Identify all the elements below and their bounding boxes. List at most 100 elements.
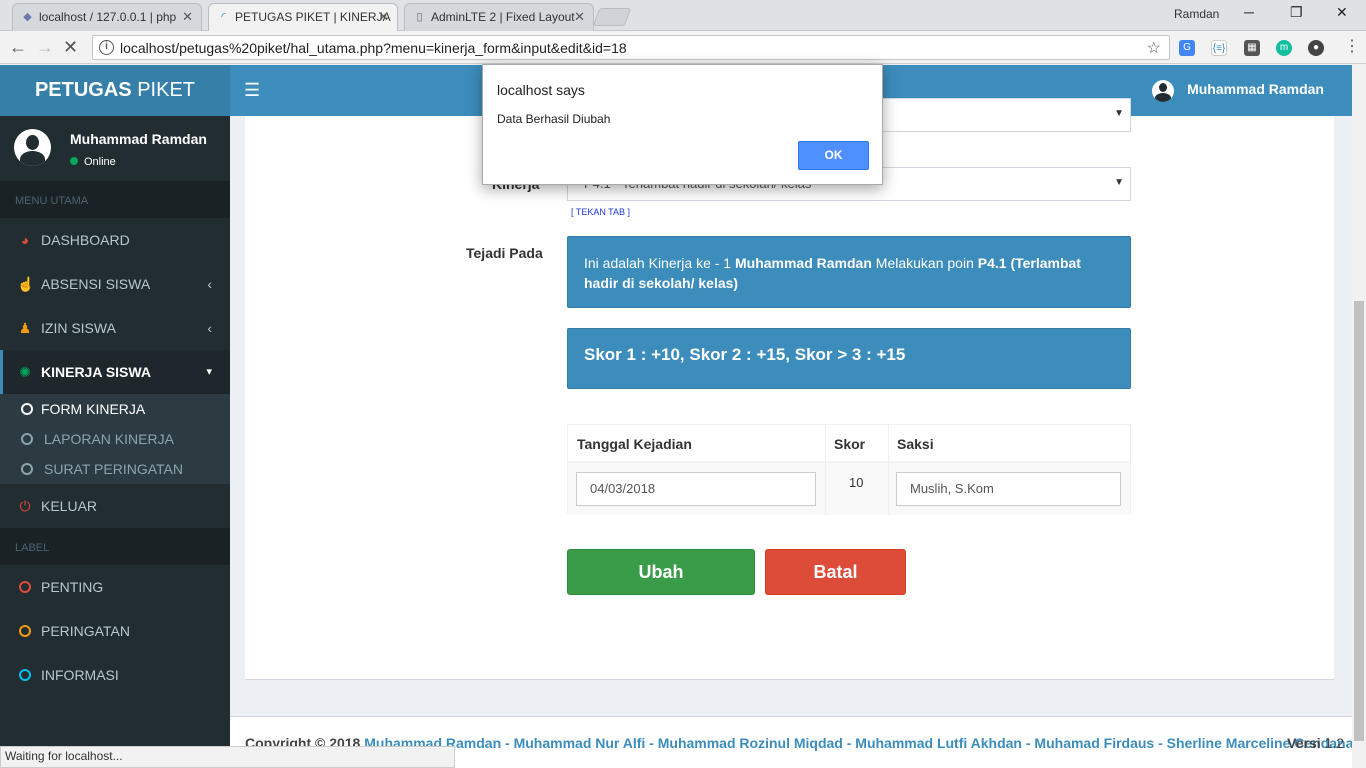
ok-button[interactable]: OK xyxy=(798,141,869,170)
spinner-icon: ✺ xyxy=(19,364,31,380)
tab-adminlte[interactable]: ▯ AdminLTE 2 | Fixed Layout ✕ xyxy=(404,3,594,31)
version-number: 1.2 xyxy=(1324,735,1344,751)
circle-aqua-icon xyxy=(19,669,31,681)
address-bar[interactable]: i localhost/petugas%20piket/hal_utama.ph… xyxy=(92,35,1170,60)
sidebar-item-penting[interactable]: PENTING xyxy=(0,565,230,609)
batal-button[interactable]: Batal xyxy=(765,549,906,595)
color-picker-icon[interactable]: ● xyxy=(1308,40,1324,56)
close-icon[interactable]: ✕ xyxy=(182,9,193,25)
status-label: Online xyxy=(84,156,116,168)
address-toolbar: ← → ✕ i localhost/petugas%20piket/hal_ut… xyxy=(0,31,1366,64)
circle-icon xyxy=(21,433,33,445)
sidebar-item-label: PENTING xyxy=(41,579,104,595)
online-dot-icon xyxy=(70,157,78,165)
authors-link[interactable]: Muhammad Ramdan - Muhammad Nur Alfi - Mu… xyxy=(364,735,1353,751)
logo[interactable]: PETUGAS PIKET xyxy=(0,65,230,116)
tab-petugas-piket[interactable]: ◜ PETUGAS PIKET | KINERJA ✕ xyxy=(208,3,398,32)
sidebar-item-label: KELUAR xyxy=(41,498,98,514)
submenu-item-surat-peringatan[interactable]: SURAT PERINGATAN xyxy=(0,454,230,484)
logo-text: PIKET xyxy=(131,79,196,101)
power-icon: ⏻ xyxy=(19,498,31,514)
table-header-skor: Skor xyxy=(825,425,888,463)
sidebar-item-label: ABSENSI SISWA xyxy=(41,276,151,292)
browser-tab-strip: ◆ localhost / 127.0.0.1 | php ✕ ◜ PETUGA… xyxy=(0,0,1366,32)
submenu-label: LAPORAN KINERJA xyxy=(44,431,174,447)
avatar[interactable] xyxy=(1152,80,1174,102)
version-label: Versi xyxy=(1287,735,1321,751)
menu-kebab-icon[interactable]: ⋮ xyxy=(1344,36,1360,56)
minimize-icon[interactable]: ─ xyxy=(1244,4,1254,20)
sidebar-item-informasi[interactable]: INFORMASI xyxy=(0,653,230,697)
kejadian-table: Tanggal Kejadian Skor Saksi 04/03/2018 1… xyxy=(567,424,1131,515)
logo-bold: PETUGAS xyxy=(34,79,132,101)
sidebar-item-label: PERINGATAN xyxy=(41,623,130,639)
submenu-item-form-kinerja[interactable]: FORM KINERJA xyxy=(0,394,230,424)
bookmark-star-icon[interactable]: ☆ xyxy=(1147,38,1161,58)
tab-hint: [ TEKAN TAB ] xyxy=(571,207,631,217)
kinerja-submenu: FORM KINERJA LAPORAN KINERJA SURAT PERIN… xyxy=(0,394,230,484)
dashboard-icon: ◕ xyxy=(20,232,30,248)
dropdown-arrow-icon: ▼ xyxy=(1114,177,1124,188)
profile-name[interactable]: Ramdan xyxy=(1174,7,1219,21)
sidebar-item-kinerja[interactable]: ✺ KINERJA SISWA ▾ xyxy=(0,350,230,394)
close-icon[interactable]: ✕ xyxy=(574,9,585,25)
table-header-tanggal: Tanggal Kejadian xyxy=(568,425,825,463)
chevron-left-icon: ‹ xyxy=(207,276,212,292)
sidebar-item-label: DASHBOARD xyxy=(41,232,130,248)
online-status: Online xyxy=(70,156,116,168)
sidebar-item-dashboard[interactable]: ◕ DASHBOARD xyxy=(0,218,230,262)
page-icon: ▯ xyxy=(416,11,423,23)
dropdown-arrow-icon: ▼ xyxy=(1114,108,1124,119)
sidebar-item-absensi[interactable]: ☝ ABSENSI SISWA ‹ xyxy=(0,262,230,306)
submenu-label: FORM KINERJA xyxy=(41,401,146,417)
sidebar-toggle-icon[interactable]: ☰ xyxy=(244,80,260,101)
restore-icon[interactable]: ❐ xyxy=(1290,4,1303,21)
forward-icon[interactable]: → xyxy=(36,37,54,58)
sidebar-item-keluar[interactable]: ⏻ KELUAR xyxy=(0,484,230,528)
column-divider xyxy=(888,425,889,515)
info-mid: Melakukan poin xyxy=(871,255,978,271)
close-window-icon[interactable]: ✕ xyxy=(1336,4,1348,21)
sidebar-item-izin[interactable]: ♟ IZIN SISWA ‹ xyxy=(0,306,230,350)
stop-loading-icon[interactable]: ✕ xyxy=(63,37,78,58)
submenu-item-laporan-kinerja[interactable]: LAPORAN KINERJA xyxy=(0,424,230,454)
mercury-icon[interactable]: m xyxy=(1276,40,1292,56)
scrollbar[interactable] xyxy=(1352,65,1366,768)
table-header-saksi: Saksi xyxy=(888,425,1130,463)
scrollbar-thumb[interactable] xyxy=(1354,301,1364,741)
user-panel: Muhammad Ramdan Online xyxy=(0,116,230,180)
tab-title: AdminLTE 2 | Fixed Layout xyxy=(431,10,575,24)
translate-icon[interactable]: G xyxy=(1179,40,1195,56)
dialog-message: Data Berhasil Diubah xyxy=(497,112,611,126)
json-formatter-icon[interactable]: {≡} xyxy=(1211,40,1227,56)
hand-pointer-icon: ☝ xyxy=(17,276,35,292)
circle-icon xyxy=(21,463,33,475)
new-tab-button[interactable] xyxy=(592,8,632,26)
url-text[interactable]: localhost/petugas%20piket/hal_utama.php?… xyxy=(120,40,627,56)
info-callout: Ini adalah Kinerja ke - 1 Muhammad Ramda… xyxy=(567,236,1131,308)
ubah-button[interactable]: Ubah xyxy=(567,549,755,595)
score-callout: Skor 1 : +10, Skor 2 : +15, Skor > 3 : +… xyxy=(567,328,1131,389)
terjadi-pada-label: Tejadi Pada xyxy=(466,245,543,261)
circle-yellow-icon xyxy=(19,625,31,637)
menu-header: MENU UTAMA xyxy=(0,181,230,218)
info-prefix: Ini adalah Kinerja ke - 1 xyxy=(584,255,735,271)
table-row: 04/03/2018 10 Muslih, S.Kom xyxy=(568,463,1130,515)
score-text: Skor 1 : +10, Skor 2 : +15, Skor > 3 : +… xyxy=(584,345,906,364)
sidebar: Muhammad Ramdan Online MENU UTAMA ◕ DASH… xyxy=(0,116,230,746)
close-icon[interactable]: ✕ xyxy=(378,9,389,25)
chevron-left-icon: ‹ xyxy=(207,320,212,336)
phpmyadmin-icon: ◆ xyxy=(23,11,32,23)
tanggal-input[interactable]: 04/03/2018 xyxy=(576,472,816,506)
info-icon[interactable]: i xyxy=(99,40,114,55)
alert-dialog: localhost says Data Berhasil Diubah OK xyxy=(482,64,883,185)
qr-code-icon[interactable]: ▦ xyxy=(1244,40,1260,56)
sidebar-item-label: IZIN SISWA xyxy=(41,320,116,336)
header-user-name[interactable]: Muhammad Ramdan xyxy=(1187,81,1324,97)
saksi-input[interactable]: Muslih, S.Kom xyxy=(896,472,1121,506)
back-icon[interactable]: ← xyxy=(9,37,27,58)
sidebar-item-peringatan[interactable]: PERINGATAN xyxy=(0,609,230,653)
tab-title: localhost / 127.0.0.1 | php xyxy=(39,10,177,24)
tab-phpmyadmin[interactable]: ◆ localhost / 127.0.0.1 | php ✕ xyxy=(12,3,202,31)
version-text: Versi 1.2 xyxy=(1287,735,1344,751)
